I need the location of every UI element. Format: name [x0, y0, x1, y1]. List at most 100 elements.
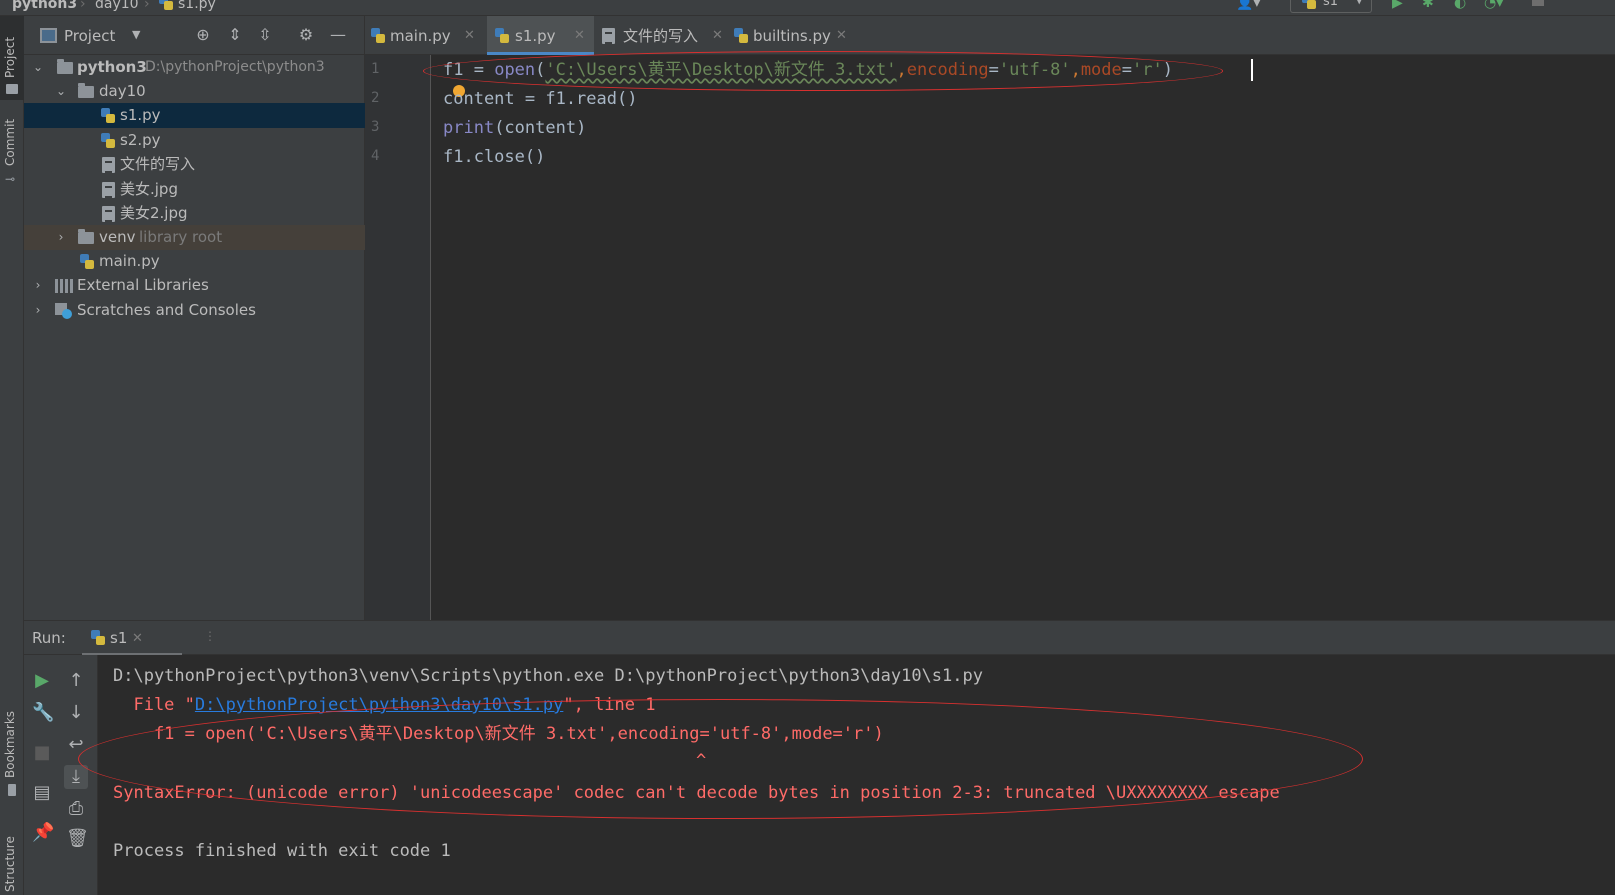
print-icon[interactable]: ⎙: [66, 799, 86, 819]
code-token: =: [463, 60, 495, 80]
tab-builtins-py[interactable]: builtins.py ✕: [727, 16, 857, 55]
tab-label: 文件的写入: [623, 27, 699, 45]
code-line-3[interactable]: print(content): [443, 117, 586, 139]
run-config-selector[interactable]: s1 ▼: [1290, 0, 1372, 13]
traceback-file-link[interactable]: D:\pythonProject\python3\day10\s1.py: [195, 695, 563, 715]
tree-item-main[interactable]: main.py: [24, 249, 365, 274]
tree-item-venv[interactable]: › venv library root: [24, 225, 365, 250]
close-icon[interactable]: ✕: [132, 621, 143, 656]
chevron-right-icon[interactable]: ›: [31, 273, 45, 298]
code-editor[interactable]: 1 2 3 4 f1 = open('C:\Users\黄平\Desktop\新…: [365, 51, 1615, 620]
debug-icon[interactable]: ✱: [1422, 0, 1434, 11]
more-icon[interactable]: ⋮: [204, 629, 216, 643]
code-line-2[interactable]: content = f1.read(): [443, 88, 637, 110]
run-console[interactable]: D:\pythonProject\python3\venv\Scripts\py…: [78, 655, 1615, 895]
python-file-icon: [79, 254, 95, 270]
tab-label: s1.py: [515, 27, 556, 45]
code-token: ): [1162, 60, 1173, 80]
tab-main-py[interactable]: main.py ✕: [365, 16, 482, 55]
tree-item-path: D:\pythonProject\python3: [145, 59, 325, 75]
line-number: 4: [371, 148, 380, 164]
chevron-down-icon[interactable]: ⌄: [31, 55, 45, 80]
text-file-icon: [102, 157, 115, 173]
tree-item-s2[interactable]: s2.py: [24, 128, 365, 153]
hide-panel-icon[interactable]: —: [329, 26, 347, 44]
code-token: =: [1121, 60, 1133, 80]
project-panel: Project ▼ ⊕ ⇕ ⇳ ⚙ — ⌄ python3 D:\pythonP…: [24, 16, 365, 620]
code-token: (content): [494, 118, 587, 138]
run-icon[interactable]: ▶: [1392, 0, 1403, 11]
stop-icon[interactable]: ■: [32, 743, 52, 763]
run-tab-label: s1: [110, 629, 128, 647]
coverage-icon[interactable]: ◐: [1454, 0, 1466, 11]
scroll-down-icon[interactable]: ↓: [66, 703, 86, 723]
locate-file-icon[interactable]: ⊕: [194, 26, 212, 44]
chevron-down-icon[interactable]: ⌄: [54, 79, 68, 104]
close-icon[interactable]: ✕: [464, 16, 475, 56]
code-token: =: [988, 60, 999, 80]
console-traceback-line: File "D:\pythonProject\python3\day10\s1.…: [113, 694, 655, 716]
tree-item-day10[interactable]: ⌄ day10: [24, 79, 365, 104]
editor-tab-bar: main.py ✕ s1.py ✕ 文件的写入 ✕ builtins.py ✕: [365, 16, 1615, 55]
tree-item-scratches[interactable]: › Scratches and Consoles: [24, 298, 365, 323]
tree-item-image2[interactable]: 美女2.jpg: [24, 201, 365, 226]
user-icon[interactable]: 👤▾: [1236, 0, 1260, 11]
expand-all-icon[interactable]: ⇕: [226, 26, 244, 44]
commit-tool-button[interactable]: Commit ⊸: [0, 114, 24, 194]
scroll-up-icon[interactable]: ↑: [66, 671, 86, 691]
breadcrumb-file[interactable]: s1.py: [178, 0, 216, 12]
breadcrumb-project[interactable]: python3: [12, 0, 77, 12]
breadcrumb-folder[interactable]: day10: [95, 0, 139, 12]
tree-item-image1[interactable]: 美女.jpg: [24, 177, 365, 202]
close-icon[interactable]: ✕: [574, 16, 585, 56]
rerun-icon[interactable]: ▶: [32, 671, 52, 691]
library-icon: [55, 279, 73, 293]
close-icon[interactable]: ✕: [712, 16, 723, 56]
wrench-icon[interactable]: 🔧: [32, 703, 54, 723]
run-tab-s1[interactable]: s1 ✕: [82, 621, 182, 656]
bookmarks-tool-label: Bookmarks: [3, 710, 17, 778]
code-line-4[interactable]: f1.close(): [443, 146, 545, 168]
chevron-right-icon[interactable]: ›: [54, 225, 68, 250]
code-line-1[interactable]: f1 = open('C:\Users\黄平\Desktop\新文件 3.txt…: [443, 59, 1173, 81]
code-token: (: [535, 60, 546, 80]
chevron-right-icon[interactable]: ›: [31, 298, 45, 323]
code-string: 'C:\Users\黄平\Desktop\新文件 3.txt': [545, 60, 897, 80]
layout-icon[interactable]: ▤: [32, 783, 52, 803]
chevron-down-icon[interactable]: ▼: [132, 28, 140, 41]
tab-write-file[interactable]: 文件的写入 ✕: [596, 16, 726, 55]
collapse-all-icon[interactable]: ⇳: [256, 26, 274, 44]
code-token: f1: [443, 60, 464, 80]
breadcrumb-separator: ›: [144, 0, 150, 12]
project-view-icon: [40, 28, 57, 43]
code-token: ,: [1070, 60, 1081, 80]
project-tool-button[interactable]: Project: [0, 16, 24, 100]
python-file-icon: [100, 133, 116, 149]
trash-icon[interactable]: 🗑: [66, 829, 89, 849]
project-view-title[interactable]: Project: [64, 16, 115, 56]
bookmarks-tool-button[interactable]: Bookmarks: [0, 706, 24, 801]
python-file-icon: [100, 108, 116, 124]
image-file-icon: [102, 206, 115, 222]
gear-icon[interactable]: ⚙: [297, 26, 315, 44]
code-string: 'r': [1132, 60, 1163, 80]
soft-wrap-icon[interactable]: ↩: [66, 735, 86, 755]
profile-icon[interactable]: ◔▾: [1484, 0, 1503, 11]
tree-item-label: s2.py: [120, 131, 161, 149]
tab-s1-py[interactable]: s1.py ✕: [487, 16, 594, 55]
tree-item-external-libraries[interactable]: › External Libraries: [24, 273, 365, 298]
structure-tool-button[interactable]: Structure: [0, 816, 24, 895]
tree-item-label: Scratches and Consoles: [77, 301, 256, 319]
tree-item-python3[interactable]: ⌄ python3 D:\pythonProject\python3: [24, 55, 365, 80]
commit-tool-label: Commit: [3, 118, 17, 166]
tree-item-s1[interactable]: s1.py: [24, 103, 365, 128]
tree-item-write-file[interactable]: 文件的写入: [24, 152, 365, 177]
breadcrumb-separator: ›: [80, 0, 86, 12]
console-text: File ": [113, 695, 195, 715]
close-icon[interactable]: ✕: [836, 16, 847, 56]
scratches-icon: [55, 303, 73, 319]
stop-icon[interactable]: [1532, 0, 1544, 6]
scroll-to-end-icon[interactable]: ⤓: [64, 765, 88, 789]
pin-icon[interactable]: 📌: [32, 823, 54, 843]
python-file-icon: [370, 28, 386, 44]
